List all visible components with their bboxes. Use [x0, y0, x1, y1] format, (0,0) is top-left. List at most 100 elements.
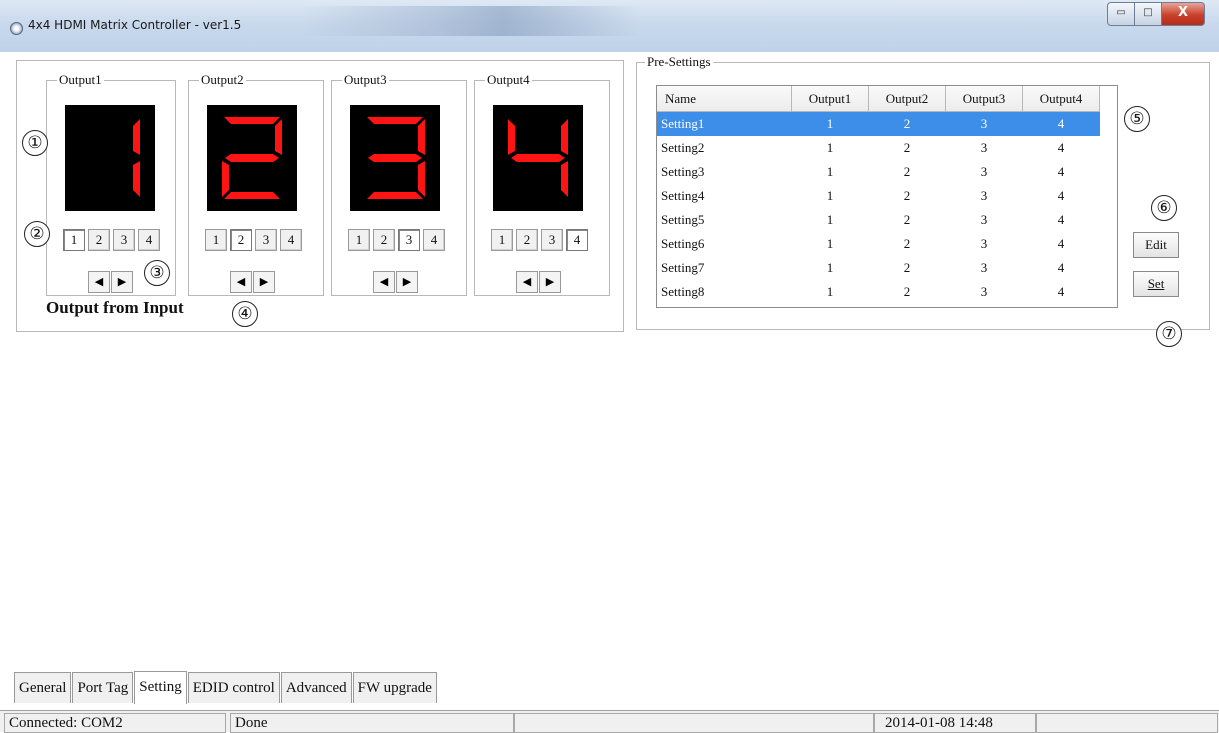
output-from-input-label: Output from Input [46, 298, 184, 317]
input-arrows: ◀ ▶ [516, 271, 562, 293]
prev-input-button[interactable]: ◀ [373, 271, 395, 293]
input-1-button[interactable]: 1 [491, 229, 513, 251]
status-blank [514, 713, 874, 733]
input-1-button[interactable]: 1 [348, 229, 370, 251]
output-value-cell: 4 [1057, 164, 1065, 179]
input-2-button[interactable]: 2 [88, 229, 110, 251]
table-row[interactable]: Setting7 1 2 3 4 [657, 256, 1100, 280]
maximize-button[interactable]: □ [1135, 2, 1162, 26]
input-selector: 1234 [205, 229, 305, 251]
seven-segment-display [207, 105, 297, 211]
edit-button[interactable]: Edit [1133, 232, 1179, 258]
input-4-button[interactable]: 4 [138, 229, 160, 251]
column-header[interactable]: Output1 [791, 86, 869, 112]
table-row[interactable]: Setting4 1 2 3 4 [657, 184, 1100, 208]
input-3-button[interactable]: 3 [398, 229, 420, 251]
table-row[interactable]: Setting1 1 2 3 4 [657, 111, 1100, 136]
table-row[interactable]: Setting6 1 2 3 4 [657, 232, 1100, 256]
presettings-table: Name Output1 Output2 Output3 Output4 Set… [656, 85, 1118, 308]
next-input-button[interactable]: ▶ [539, 271, 561, 293]
input-1-button[interactable]: 1 [63, 229, 85, 251]
output-value-cell: 4 [1057, 236, 1065, 251]
input-4-button[interactable]: 4 [566, 229, 588, 251]
callout-marker-4: ④ [232, 301, 258, 327]
setting-name-cell: Setting2 [661, 140, 705, 155]
callout-marker-2: ② [24, 221, 50, 247]
output-value-cell: 1 [826, 284, 834, 299]
setting-name-cell: Setting3 [661, 164, 705, 179]
input-3-button[interactable]: 3 [541, 229, 563, 251]
segment-g [368, 154, 422, 162]
segment-b [275, 119, 282, 155]
segment-c [133, 161, 140, 197]
output-value-cell: 4 [1057, 140, 1065, 155]
input-4-button[interactable]: 4 [280, 229, 302, 251]
tab-port-tag[interactable]: Port Tag [72, 672, 134, 703]
digit-graphic [508, 119, 568, 197]
output-value-cell: 1 [826, 236, 834, 251]
output-value-cell: 2 [903, 284, 911, 299]
tab-fw-upgrade[interactable]: FW upgrade [352, 672, 437, 703]
segment-b [561, 119, 568, 155]
column-header[interactable]: Output4 [1022, 86, 1100, 112]
input-3-button[interactable]: 3 [255, 229, 277, 251]
status-connection: Connected: COM2 [4, 713, 226, 733]
presettings-label: Pre-Settings [645, 54, 713, 70]
input-3-button[interactable]: 3 [113, 229, 135, 251]
segment-g [225, 154, 279, 162]
prev-input-button[interactable]: ◀ [516, 271, 538, 293]
next-input-button[interactable]: ▶ [111, 271, 133, 293]
tab-edid-control[interactable]: EDID control [187, 672, 280, 703]
tab-setting[interactable]: Setting [134, 671, 187, 704]
output-value-cell: 4 [1057, 188, 1065, 203]
input-2-button[interactable]: 2 [230, 229, 252, 251]
minimize-button[interactable]: ▭ [1107, 2, 1135, 26]
tab-advanced[interactable]: Advanced [280, 672, 352, 703]
callout-marker-5: ⑤ [1124, 106, 1150, 132]
segment-b [418, 119, 425, 155]
next-input-button[interactable]: ▶ [253, 271, 275, 293]
segment-d [367, 192, 423, 199]
output-value-cell: 3 [980, 140, 988, 155]
prev-input-button[interactable]: ◀ [230, 271, 252, 293]
status-extra [1036, 713, 1218, 733]
table-row[interactable]: Setting3 1 2 3 4 [657, 160, 1100, 184]
segment-d [224, 192, 280, 199]
table-row[interactable]: Setting2 1 2 3 4 [657, 136, 1100, 160]
setting-name-cell: Setting4 [661, 188, 705, 203]
tab-general[interactable]: General [14, 672, 72, 703]
next-input-button[interactable]: ▶ [396, 271, 418, 293]
close-button[interactable]: X [1162, 2, 1205, 26]
output4-group: Output4 1234 ◀ ▶ [474, 72, 610, 296]
column-header[interactable]: Output3 [945, 86, 1023, 112]
column-header[interactable]: Output2 [868, 86, 946, 112]
set-button[interactable]: Set [1133, 271, 1179, 297]
table-header-row: Name Output1 Output2 Output3 Output4 [657, 86, 1100, 112]
output-value-cell: 2 [868, 111, 946, 136]
title-bar: 4x4 HDMI Matrix Controller - ver1.5 ▭ □ … [0, 0, 1219, 52]
title-bar-glass [300, 6, 640, 36]
setting-name-cell: Setting1 [657, 111, 792, 136]
table-row[interactable]: Setting5 1 2 3 4 [657, 208, 1100, 232]
output-value-cell: 1 [826, 164, 834, 179]
output-value-cell: 3 [980, 164, 988, 179]
table-row[interactable]: Setting8 1 2 3 4 [657, 280, 1100, 304]
input-2-button[interactable]: 2 [373, 229, 395, 251]
output-value-cell: 3 [980, 212, 988, 227]
segment-c [561, 161, 568, 197]
input-1-button[interactable]: 1 [205, 229, 227, 251]
input-2-button[interactable]: 2 [516, 229, 538, 251]
segment-f [508, 119, 515, 155]
column-header[interactable]: Name [657, 86, 792, 112]
seven-segment-display [350, 105, 440, 211]
output-label: Output3 [342, 72, 389, 88]
input-4-button[interactable]: 4 [423, 229, 445, 251]
input-arrows: ◀ ▶ [373, 271, 419, 293]
input-selector: 1234 [348, 229, 448, 251]
presettings-group: Pre-Settings Name Output1 Output2 Output… [636, 54, 1210, 330]
segment-b [133, 119, 140, 155]
input-selector: 1234 [63, 229, 163, 251]
segment-a [224, 117, 280, 124]
output-value-cell: 1 [826, 140, 834, 155]
prev-input-button[interactable]: ◀ [88, 271, 110, 293]
